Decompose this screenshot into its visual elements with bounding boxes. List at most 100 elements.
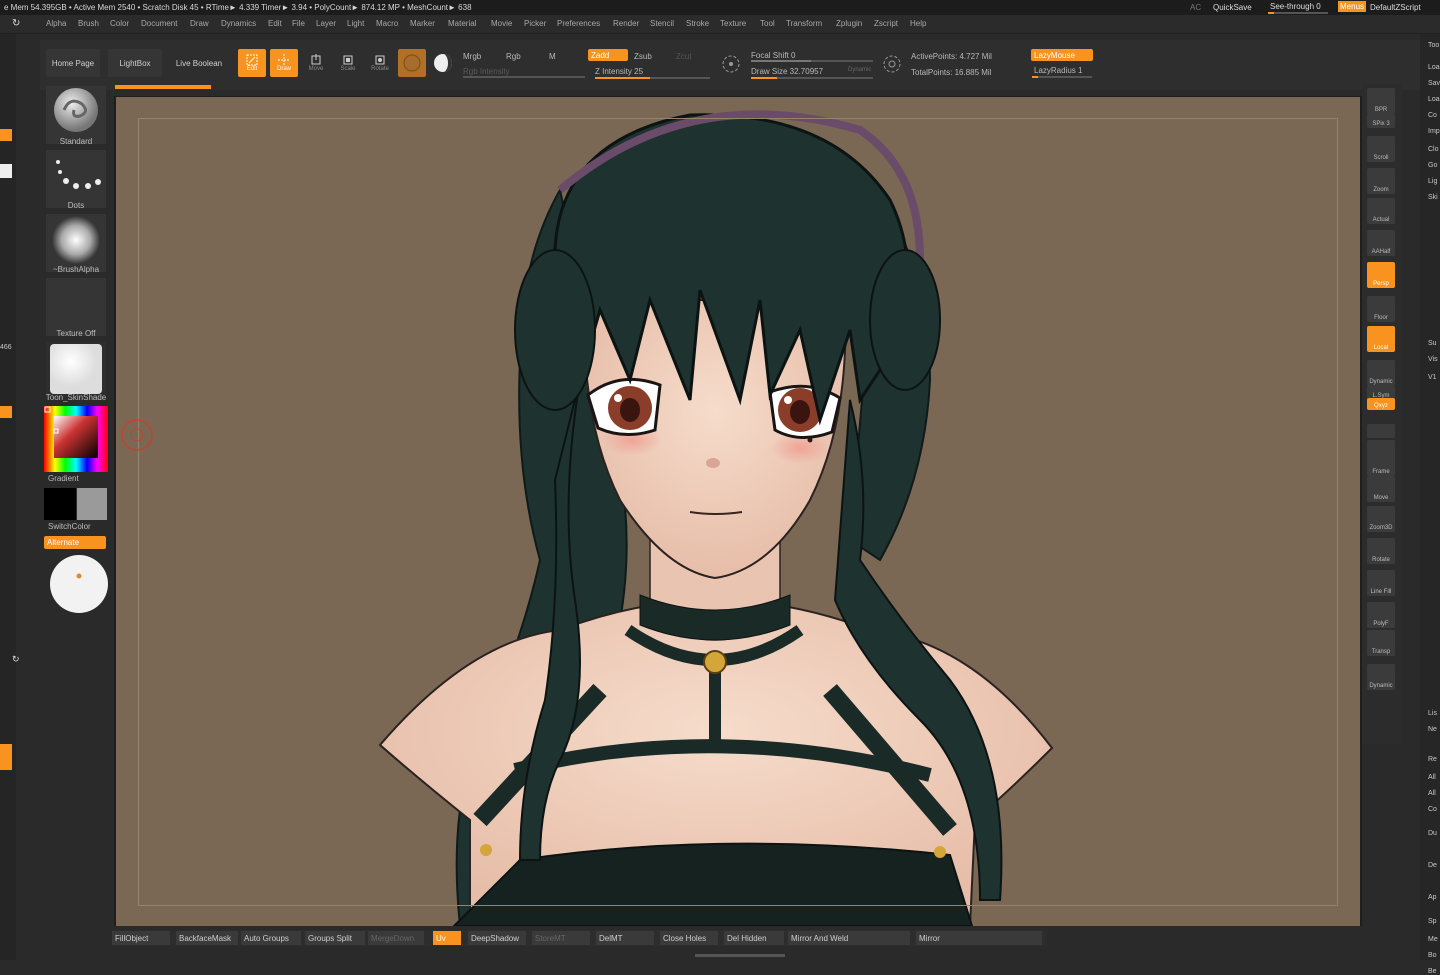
shelf-dynamic-button[interactable]: Dynamic [1367,664,1395,690]
menu-draw[interactable]: Draw [190,19,209,28]
deep-shadow-button[interactable]: DeepShadow [468,931,526,945]
tool-menu-item[interactable]: Bo [1428,952,1437,959]
zadd-button[interactable]: Zadd [588,49,628,61]
ac-label[interactable]: AC [1190,3,1201,12]
shelf-spix-3-button[interactable]: SPix 3 [1367,114,1395,128]
tool-menu-item[interactable]: Du [1428,830,1437,837]
shelf-actual-button[interactable]: Actual [1367,198,1395,224]
tool-menu-item[interactable]: Sav [1428,80,1440,87]
menu-dynamics[interactable]: Dynamics [221,19,256,28]
z-intensity-slider[interactable]: Z Intensity 25 [595,67,643,76]
tool-menu-item[interactable]: Loa [1428,64,1440,71]
secondary-color-swatch[interactable] [77,488,107,520]
edit-button[interactable]: Edit [238,49,266,77]
m-button[interactable]: M [549,52,556,61]
live-boolean-button[interactable]: Live Boolean [170,49,228,77]
tool-menu-item[interactable]: De [1428,862,1437,869]
draw-size-icon[interactable] [882,54,904,76]
tool-menu-item[interactable]: Ap [1428,894,1437,901]
tool-menu-item[interactable]: Lig [1428,178,1437,185]
menu-stencil[interactable]: Stencil [650,19,674,28]
focal-shift-slider[interactable]: Focal Shift 0 [751,51,795,60]
tool-menu-item[interactable]: Ne [1428,726,1437,733]
tool-menu-item[interactable]: All [1428,790,1436,797]
stroke-tile[interactable] [46,150,106,208]
menu-brush[interactable]: Brush [78,19,99,28]
shelf-transp-button[interactable]: Transp [1367,630,1395,656]
alternate-button[interactable]: Alternate [44,536,106,549]
tool-menu-item[interactable]: Too [1428,42,1439,49]
menu-render[interactable]: Render [613,19,639,28]
draw-button[interactable]: Draw [270,49,298,77]
merge-down-button[interactable]: MergeDown [368,931,424,945]
tool-menu-item[interactable]: Go [1428,162,1437,169]
menu-zplugin[interactable]: Zplugin [836,19,862,28]
shelf-frame-button[interactable]: Frame [1367,450,1395,476]
tool-menu-item[interactable]: Vis [1428,356,1438,363]
mirror-and-weld-button[interactable]: Mirror And Weld [788,931,910,945]
rgb-intensity-slider[interactable]: Rgb Intensity [463,67,510,76]
brush-tile[interactable] [46,86,106,144]
rgb-intensity-track[interactable] [463,76,585,78]
tray-refresh-icon[interactable]: ↻ [12,654,20,665]
menu-macro[interactable]: Macro [376,19,398,28]
focal-shift-track[interactable] [751,60,873,62]
tool-menu-item[interactable]: Ski [1428,194,1438,201]
tool-menu-item[interactable]: Sp [1428,918,1437,925]
dynamic-button[interactable]: Dynamic [848,67,871,73]
zsub-button[interactable]: Zsub [634,52,652,61]
shelf-scroll-button[interactable]: Scroll [1367,136,1395,162]
draw-size-slider[interactable]: Draw Size 32.70957 [751,67,823,76]
refresh-icon[interactable]: ↻ [12,18,20,29]
menu-light[interactable]: Light [347,19,364,28]
del-mt-button[interactable]: DelMT [596,931,654,945]
close-holes-button[interactable]: Close Holes [660,931,718,945]
move-button[interactable]: Move [302,49,330,77]
menu-stroke[interactable]: Stroke [686,19,709,28]
del-hidden-button[interactable]: Del Hidden [724,931,784,945]
lazy-mouse-button[interactable]: LazyMouse [1031,49,1093,61]
shelf-qxyz-button[interactable]: Qxyz [1367,398,1395,410]
tool-menu-item[interactable]: Me [1428,936,1438,943]
draw-size-track[interactable] [751,77,873,79]
menu-edit[interactable]: Edit [268,19,282,28]
tool-menu-item[interactable]: Lis [1428,710,1437,717]
tool-menu-item[interactable]: All [1428,774,1436,781]
lazy-radius-slider[interactable]: LazyRadius 1 [1034,66,1082,75]
menu-help[interactable]: Help [910,19,926,28]
z-intensity-track[interactable] [595,77,710,79]
shelf-zoom-button[interactable]: Zoom [1367,168,1395,194]
tray-white-marker[interactable] [0,164,12,178]
menu-marker[interactable]: Marker [410,19,435,28]
menu-document[interactable]: Document [141,19,177,28]
backface-mask-button[interactable]: BackfaceMask [176,931,238,945]
mrgb-button[interactable]: Mrgb [463,52,481,61]
texture-tile[interactable] [46,278,106,336]
quicksave-button[interactable]: QuickSave [1213,3,1252,12]
see-through-slider[interactable]: See-through 0 [1270,2,1321,11]
primary-color-swatch[interactable] [44,488,76,520]
groups-split-button[interactable]: Groups Split [305,931,365,945]
shelf-local-button[interactable]: Local [1367,326,1395,352]
rgb-button[interactable]: Rgb [506,52,521,61]
menu-picker[interactable]: Picker [524,19,546,28]
tool-menu-item[interactable]: Su [1428,340,1437,347]
menu-tool[interactable]: Tool [760,19,775,28]
color-picker[interactable] [44,406,108,472]
menu-texture[interactable]: Texture [720,19,746,28]
tool-menu-item[interactable]: Loa [1428,96,1440,103]
menu-material[interactable]: Material [448,19,476,28]
switch-color-label[interactable]: SwitchColor [48,522,120,531]
tool-menu-item[interactable]: Be [1428,968,1437,975]
tool-menu-item[interactable]: Co [1428,112,1437,119]
menu-movie[interactable]: Movie [491,19,512,28]
lazy-radius-track[interactable] [1032,76,1092,78]
home-page-button[interactable]: Home Page [46,49,100,77]
auto-groups-button[interactable]: Auto Groups [241,931,301,945]
tool-menu-item[interactable]: Clo [1428,146,1439,153]
default-zscript-button[interactable]: DefaultZScript [1370,3,1421,12]
menu-file[interactable]: File [292,19,305,28]
lightbox-button[interactable]: LightBox [108,49,162,77]
shelf-polyf-button[interactable]: PolyF [1367,602,1395,628]
tool-menu-item[interactable]: V1 [1428,374,1437,381]
